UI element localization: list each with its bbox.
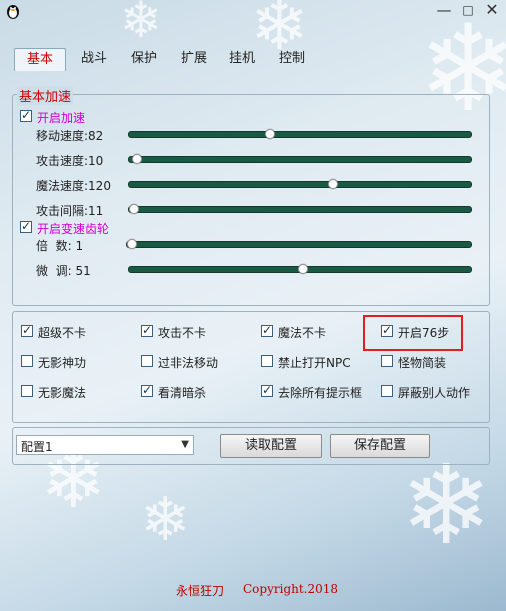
option-label: 看清暗杀 [158,386,207,400]
slider-thumb[interactable] [129,204,139,214]
option-checkbox[interactable] [141,355,153,367]
slider-thumb[interactable] [265,129,276,139]
move-speed-slider[interactable] [128,129,472,139]
tab-protect[interactable]: 保护 [124,48,164,70]
tab-control[interactable]: 控制 [272,48,312,70]
enable-speed-label: 开启加速 [37,111,86,125]
enable-gear-label: 开启变速齿轮 [37,222,110,236]
multiplier-slider[interactable] [126,239,472,249]
snowflake-decoration: ❄ [140,485,191,555]
title-bar: — □ ✕ [0,0,506,22]
enable-gear-checkbox[interactable] [20,219,32,233]
snowflake-decoration: ❄ [400,441,493,569]
option-checkbox[interactable] [21,385,33,397]
enable-speed-checkbox[interactable] [20,108,32,122]
tab-basic[interactable]: 基本 [14,48,66,71]
option-label: 禁止打开NPC [278,356,351,370]
option-label: 攻击不卡 [158,326,207,340]
multiplier-label: 倍 数: 1 [36,239,84,253]
penguin-icon [7,5,19,19]
close-button[interactable]: ✕ [480,0,504,20]
option-checkbox[interactable] [261,383,273,397]
tab-extend[interactable]: 扩展 [174,48,214,70]
option-checkbox[interactable] [381,385,393,397]
option-label: 魔法不卡 [278,326,327,340]
config-select[interactable]: 配置1 ▼ [16,435,194,455]
tab-afk[interactable]: 挂机 [222,48,262,70]
attack-speed-label: 攻击速度:10 [36,154,104,168]
slider-thumb[interactable] [132,154,143,164]
fine-tune-label: 微 调: 51 [36,264,91,278]
option-label: 去除所有提示框 [278,386,363,400]
footer-copyright: Copyright.2018 [243,582,339,596]
option-checkbox[interactable] [261,323,273,337]
option-checkbox[interactable] [21,323,33,337]
option-label: 无影神功 [38,356,87,370]
tab-combat[interactable]: 战斗 [74,48,114,70]
attack-interval-slider[interactable] [128,204,472,214]
option-label: 屏蔽别人动作 [398,386,471,400]
option-checkbox[interactable] [381,355,393,367]
magic-speed-slider[interactable] [128,179,472,189]
option-checkbox[interactable] [141,383,153,397]
highlight-box [363,315,463,351]
attack-interval-label: 攻击间隔:11 [36,204,104,218]
slider-thumb[interactable] [328,179,339,189]
minimize-button[interactable]: — [432,0,456,20]
option-label: 怪物简装 [398,356,447,370]
move-speed-label: 移动速度:82 [36,129,104,143]
option-checkbox[interactable] [141,323,153,337]
read-config-button[interactable]: 读取配置 [220,434,322,458]
option-label: 超级不卡 [38,326,87,340]
maximize-button[interactable]: □ [456,0,480,20]
option-label: 过非法移动 [158,356,219,370]
option-checkbox[interactable] [21,355,33,367]
fine-tune-slider[interactable] [128,264,472,274]
magic-speed-label: 魔法速度:120 [36,179,111,193]
attack-speed-slider[interactable] [128,154,472,164]
config-select-value: 配置1 [21,440,53,454]
chevron-down-icon: ▼ [181,439,189,450]
footer-brand: 永恒狂刀 [176,584,225,598]
save-config-button[interactable]: 保存配置 [330,434,430,458]
slider-thumb[interactable] [298,264,309,274]
group-title: 基本加速 [17,86,74,105]
slider-thumb[interactable] [127,239,137,249]
option-checkbox[interactable] [261,355,273,367]
option-label: 无影魔法 [38,386,87,400]
